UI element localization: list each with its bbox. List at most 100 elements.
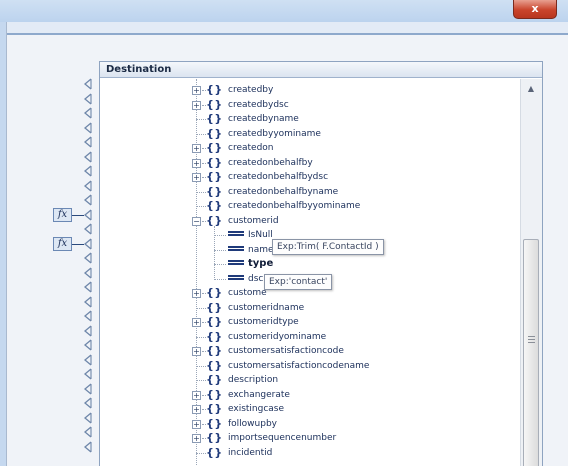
tree-node-label: createdonbehalfbyyominame [228, 201, 361, 211]
connector-arrow-icon[interactable] [82, 238, 96, 250]
tree-row[interactable]: {} customeridname [100, 301, 510, 315]
field-label: dsc [248, 273, 264, 284]
tree-row[interactable]: + {} customeridtype [100, 315, 510, 329]
connector-arrow-icon[interactable] [82, 325, 96, 337]
object-node-icon: {} [206, 141, 223, 154]
connector-area: fx fx [7, 58, 99, 466]
close-button[interactable]: x [513, 0, 557, 19]
expand-icon[interactable]: + [192, 434, 201, 443]
tree-node-label: createdonbehalfbyname [228, 186, 339, 197]
scroll-up-arrow-icon[interactable]: ▲ [524, 83, 538, 95]
close-icon: x [531, 2, 539, 15]
tree-row[interactable]: + {} existingcase [100, 402, 510, 416]
tree-row[interactable]: + {} followupby [100, 417, 510, 431]
connector-arrow-icon[interactable] [82, 339, 96, 351]
connector-arrow-icon[interactable] [82, 267, 96, 279]
tree-row[interactable]: type [100, 257, 510, 271]
vertical-scrollbar[interactable]: ▲ [520, 79, 542, 466]
object-node-icon: {} [206, 184, 223, 198]
tree-row[interactable]: {} createdonbehalfbyyominame [100, 199, 510, 213]
tree-row[interactable]: + {} customersatisfactioncode [100, 344, 510, 358]
tree-row[interactable]: {} createdbyyominame [100, 127, 510, 141]
tree-row[interactable]: {} description [100, 373, 510, 387]
connector-arrow-icon[interactable] [82, 209, 96, 221]
connector-arrow-icon[interactable] [82, 78, 96, 90]
connector-arrow-icon[interactable] [82, 252, 96, 264]
tree-connector [214, 264, 226, 265]
expand-icon[interactable]: + [192, 405, 201, 414]
connector-arrow-icon[interactable] [82, 107, 96, 119]
tree-row[interactable]: {} customeridyominame [100, 330, 510, 344]
function-icon[interactable]: fx [53, 207, 72, 222]
window-titlebar: x [0, 0, 568, 22]
tree-row[interactable]: + {} importsequencenumber [100, 431, 510, 445]
connector-arrow-icon[interactable] [82, 426, 96, 438]
tree-node-label: customerid [228, 215, 279, 226]
tree-node-label: createdbydsc [228, 99, 289, 110]
collapse-icon[interactable]: − [192, 216, 201, 226]
tree-connector [214, 249, 226, 251]
tree-node-label: createdby [228, 85, 274, 95]
connector-arrow-icon[interactable] [82, 441, 96, 453]
connector-arrow-icon[interactable] [82, 136, 96, 148]
function-icon[interactable]: fx [53, 236, 72, 251]
connector-arrow-icon[interactable] [82, 412, 96, 424]
object-node-icon: {} [206, 300, 223, 314]
scrollbar-thumb[interactable] [523, 239, 539, 466]
field-icon [228, 245, 244, 254]
object-node-icon: {} [206, 387, 223, 401]
connector-arrow-icon[interactable] [82, 296, 96, 308]
tree-row[interactable]: + {} createdonbehalfby [100, 156, 510, 170]
tree-row[interactable]: {} createdbyname [100, 112, 510, 126]
expand-icon[interactable]: + [192, 289, 201, 298]
tree-row[interactable]: {} customersatisfactioncodename [100, 359, 510, 373]
tree-row[interactable]: + {} createdbydsc [100, 98, 510, 112]
connector-arrow-icon[interactable] [82, 194, 96, 206]
tree-node-label: incidentid [228, 447, 273, 458]
object-node-icon: {} [206, 199, 223, 212]
tree-connector [196, 191, 206, 193]
top-strip [7, 22, 568, 33]
connector-arrow-icon[interactable] [82, 310, 96, 322]
tree-connector [196, 133, 206, 135]
connector-arrow-icon[interactable] [82, 122, 96, 134]
expand-icon[interactable]: + [192, 347, 201, 356]
connector-arrow-icon[interactable] [82, 354, 96, 366]
expand-icon[interactable]: + [192, 419, 201, 429]
destination-tree[interactable]: + {} createdby + {} createdbydsc {} createdbyna… [100, 79, 520, 466]
tree-node-label: followupby [228, 418, 277, 429]
connector-arrow-icon[interactable] [82, 281, 96, 293]
expand-icon[interactable]: + [192, 100, 201, 110]
object-node-icon: {} [206, 431, 223, 444]
expand-icon[interactable]: + [192, 173, 201, 182]
connector-arrow-icon[interactable] [82, 383, 96, 395]
tree-row[interactable]: {} incidentid [100, 446, 510, 460]
tree-row[interactable]: + {} createdonbehalfbydsc [100, 170, 510, 184]
connector-arrow-icon[interactable] [82, 165, 96, 177]
connector-arrow-icon[interactable] [82, 180, 96, 192]
tree-node-label: createdonbehalfby [228, 157, 313, 168]
connector-arrow-icon[interactable] [82, 151, 96, 163]
expression-tooltip: Exp:Trim( F.ContactId ) [272, 238, 384, 255]
tree-row[interactable]: + {} exchangerate [100, 388, 510, 402]
connector-arrow-icon[interactable] [82, 368, 96, 380]
expand-icon[interactable]: + [192, 390, 201, 400]
expand-icon[interactable]: + [192, 158, 201, 168]
tree-row[interactable]: + {} createdon [100, 141, 510, 155]
tree-node-label: createdbyname [228, 114, 299, 124]
object-node-icon: {} [206, 445, 223, 459]
connector-arrow-icon[interactable] [82, 93, 96, 105]
connector-arrow-icon[interactable] [82, 397, 96, 409]
expand-icon[interactable]: + [192, 144, 201, 153]
tree-row[interactable]: + {} createdby [100, 83, 510, 97]
expand-icon[interactable]: + [192, 318, 201, 327]
expand-icon[interactable]: + [192, 86, 201, 95]
tree-row[interactable]: {} createdonbehalfbyname [100, 185, 510, 199]
tree-node-label: customersatisfactioncode [228, 346, 344, 356]
object-node-icon: {} [206, 329, 223, 343]
tree-row[interactable]: −{} customerid [100, 214, 510, 228]
object-node-icon: {} [206, 358, 223, 372]
connector-arrow-icon[interactable] [82, 223, 96, 235]
tree-node-label: existingcase [228, 404, 285, 414]
tree-node-label: importsequencenumber [228, 433, 337, 443]
